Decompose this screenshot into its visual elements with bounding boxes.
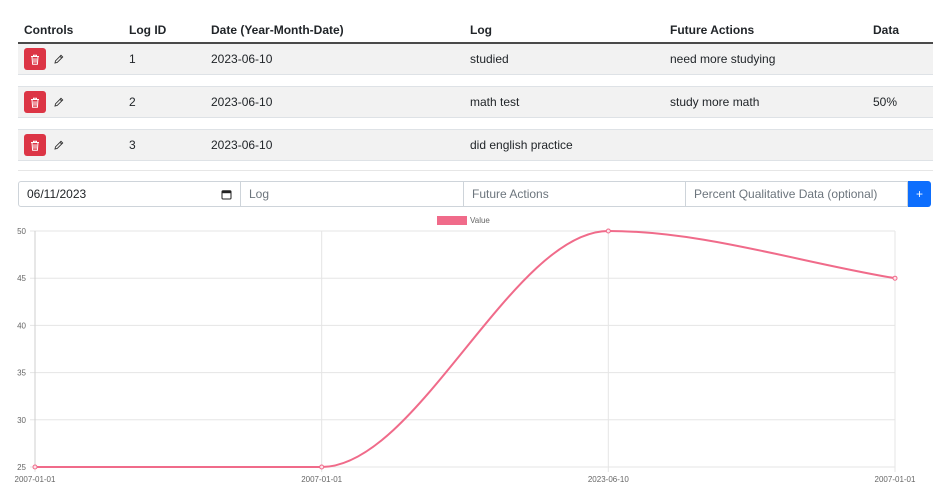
cell-log-id: 1	[123, 42, 205, 75]
date-input-value: 06/11/2023	[27, 187, 87, 201]
cell-log: math test	[464, 86, 664, 118]
edit-button[interactable]	[48, 91, 68, 113]
series-line-value	[34, 229, 896, 469]
cell-log-id: 3	[123, 129, 205, 161]
logs-table-container: Controls Log ID Date (Year-Month-Date) L…	[18, 17, 933, 161]
log-input-placeholder: Log	[249, 187, 270, 201]
logs-table: Controls Log ID Date (Year-Month-Date) L…	[18, 17, 933, 161]
y-tick-label: 30	[17, 416, 26, 425]
row-controls	[24, 91, 117, 113]
future-actions-input[interactable]: Future Actions	[463, 181, 686, 207]
header-data: Data	[867, 17, 933, 44]
cell-log: did english practice	[464, 129, 664, 161]
header-log-id: Log ID	[123, 17, 205, 44]
table-header-row: Controls Log ID Date (Year-Month-Date) L…	[18, 17, 933, 44]
legend-swatch	[437, 216, 467, 225]
future-actions-placeholder: Future Actions	[472, 187, 549, 201]
cell-log-id: 2	[123, 86, 205, 118]
delete-button[interactable]	[24, 91, 46, 113]
date-input[interactable]: 06/11/2023	[18, 181, 241, 207]
delete-button[interactable]	[24, 48, 46, 70]
edit-button[interactable]	[48, 134, 68, 156]
cell-data: 50%	[867, 86, 933, 118]
y-tick-label: 40	[17, 321, 26, 330]
cell-log: studied	[464, 42, 664, 75]
y-axis-ticks: 25 30 35 40 45 50	[17, 227, 26, 472]
table-row: 3 2023-06-10 did english practice	[18, 129, 933, 161]
data-point[interactable]	[892, 275, 898, 281]
header-controls: Controls	[18, 17, 123, 44]
trash-icon	[31, 97, 39, 108]
x-tick-label: 2007-01-01	[875, 475, 916, 484]
legend-label: Value	[470, 216, 490, 225]
chart-legend[interactable]: Value	[437, 216, 490, 225]
cell-future-actions	[664, 129, 867, 161]
header-future-actions: Future Actions	[664, 17, 867, 44]
y-tick-label: 45	[17, 274, 26, 283]
pencil-icon	[53, 140, 63, 150]
x-tick-label: 2007-01-01	[15, 475, 56, 484]
x-tick-label: 2007-01-01	[301, 475, 342, 484]
table-row: 1 2023-06-10 studied need more studying	[18, 42, 933, 75]
pencil-icon	[53, 97, 63, 107]
cell-data	[867, 42, 933, 75]
cell-future-actions: study more math	[664, 86, 867, 118]
delete-button[interactable]	[24, 134, 46, 156]
table-row: 2 2023-06-10 math test study more math 5…	[18, 86, 933, 118]
cell-data	[867, 129, 933, 161]
y-tick-label: 35	[17, 369, 26, 378]
header-date: Date (Year-Month-Date)	[205, 17, 464, 44]
percent-data-placeholder: Percent Qualitative Data (optional)	[694, 187, 878, 201]
pencil-icon	[53, 54, 63, 64]
x-tick-label: 2023-06-10	[588, 475, 629, 484]
data-point[interactable]	[32, 464, 38, 470]
value-line-chart: 25 30 35 40 45 50 2007-01-01 2007-01-01 2023-06…	[15, 216, 916, 484]
y-tick-label: 25	[17, 463, 26, 472]
y-tick-label: 50	[17, 227, 26, 236]
cell-date: 2023-06-10	[205, 129, 464, 161]
percent-data-input[interactable]: Percent Qualitative Data (optional)	[685, 181, 908, 207]
cell-date: 2023-06-10	[205, 42, 464, 75]
trash-icon	[31, 140, 39, 151]
header-log: Log	[464, 17, 664, 44]
row-controls	[24, 134, 117, 156]
calendar-icon[interactable]	[221, 189, 232, 200]
log-input[interactable]: Log	[240, 181, 464, 207]
data-point[interactable]	[605, 228, 611, 234]
cell-future-actions: need more studying	[664, 42, 867, 75]
add-log-form: 06/11/2023 Log Future Actions Percent Qu…	[18, 181, 934, 207]
row-controls	[24, 48, 117, 70]
x-axis-ticks: 2007-01-01 2007-01-01 2023-06-10 2007-01-01	[15, 475, 916, 484]
data-point[interactable]	[319, 464, 325, 470]
cell-date: 2023-06-10	[205, 86, 464, 118]
add-log-button[interactable]: +	[908, 181, 931, 207]
divider	[18, 170, 933, 171]
edit-button[interactable]	[48, 48, 68, 70]
trash-icon	[31, 54, 39, 65]
